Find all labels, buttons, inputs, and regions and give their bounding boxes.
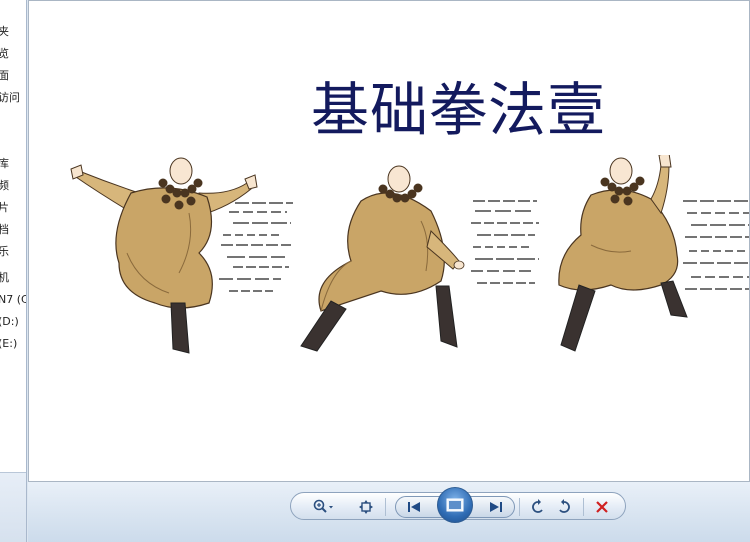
rotate-clockwise-button[interactable]	[553, 497, 575, 517]
slideshow-button[interactable]	[437, 487, 473, 523]
nav-item-drive[interactable]: (E:)	[0, 336, 26, 352]
nav-item[interactable]: 面	[0, 68, 26, 84]
image-viewer[interactable]: 基础拳法壹	[28, 0, 750, 482]
previous-icon	[408, 502, 420, 512]
nav-item[interactable]: 档	[0, 222, 26, 238]
previous-button[interactable]	[403, 497, 425, 517]
photo-viewer-toolbar	[290, 487, 626, 523]
nav-item[interactable]: 机	[0, 270, 26, 286]
toolbar-divider	[583, 498, 584, 516]
navigation-pane[interactable]: 夹 览 面 访问 库 频 片 档 乐 机 N7 (C (D:) (E:)	[0, 0, 27, 542]
zoom-icon	[313, 499, 333, 513]
toolbar-divider	[519, 498, 520, 516]
decorative-lines	[683, 200, 749, 290]
nav-item[interactable]: 库	[0, 156, 26, 172]
nav-item[interactable]: 览	[0, 46, 26, 62]
slideshow-icon	[446, 498, 464, 512]
actual-size-button[interactable]	[355, 497, 377, 517]
rotate-counterclockwise-button[interactable]	[527, 497, 549, 517]
monk-figure-2	[300, 165, 465, 352]
nav-item[interactable]: 频	[0, 178, 26, 194]
delete-icon	[596, 501, 608, 513]
zoom-button[interactable]	[309, 497, 339, 517]
nav-item-drive[interactable]: N7 (C	[0, 292, 26, 308]
slide-title: 基础拳法壹	[311, 76, 607, 144]
nav-item-drive[interactable]: (D:)	[0, 314, 26, 330]
decorative-lines	[471, 200, 539, 284]
viewer-controls-bar	[28, 482, 750, 542]
nav-pane-footer	[0, 472, 26, 542]
monk-figure-3	[558, 155, 688, 352]
nav-item[interactable]: 片	[0, 200, 26, 216]
rotate-counterclockwise-icon	[532, 499, 543, 513]
actual-size-icon	[359, 500, 373, 514]
nav-item[interactable]: 夹	[0, 24, 26, 40]
toolbar-divider	[385, 498, 386, 516]
nav-item[interactable]: 访问	[0, 90, 26, 106]
rotate-clockwise-icon	[559, 499, 570, 513]
delete-button[interactable]	[591, 497, 613, 517]
next-icon	[490, 502, 502, 512]
next-button[interactable]	[485, 497, 507, 517]
nav-item[interactable]: 乐	[0, 244, 26, 260]
decorative-lines	[219, 202, 293, 292]
